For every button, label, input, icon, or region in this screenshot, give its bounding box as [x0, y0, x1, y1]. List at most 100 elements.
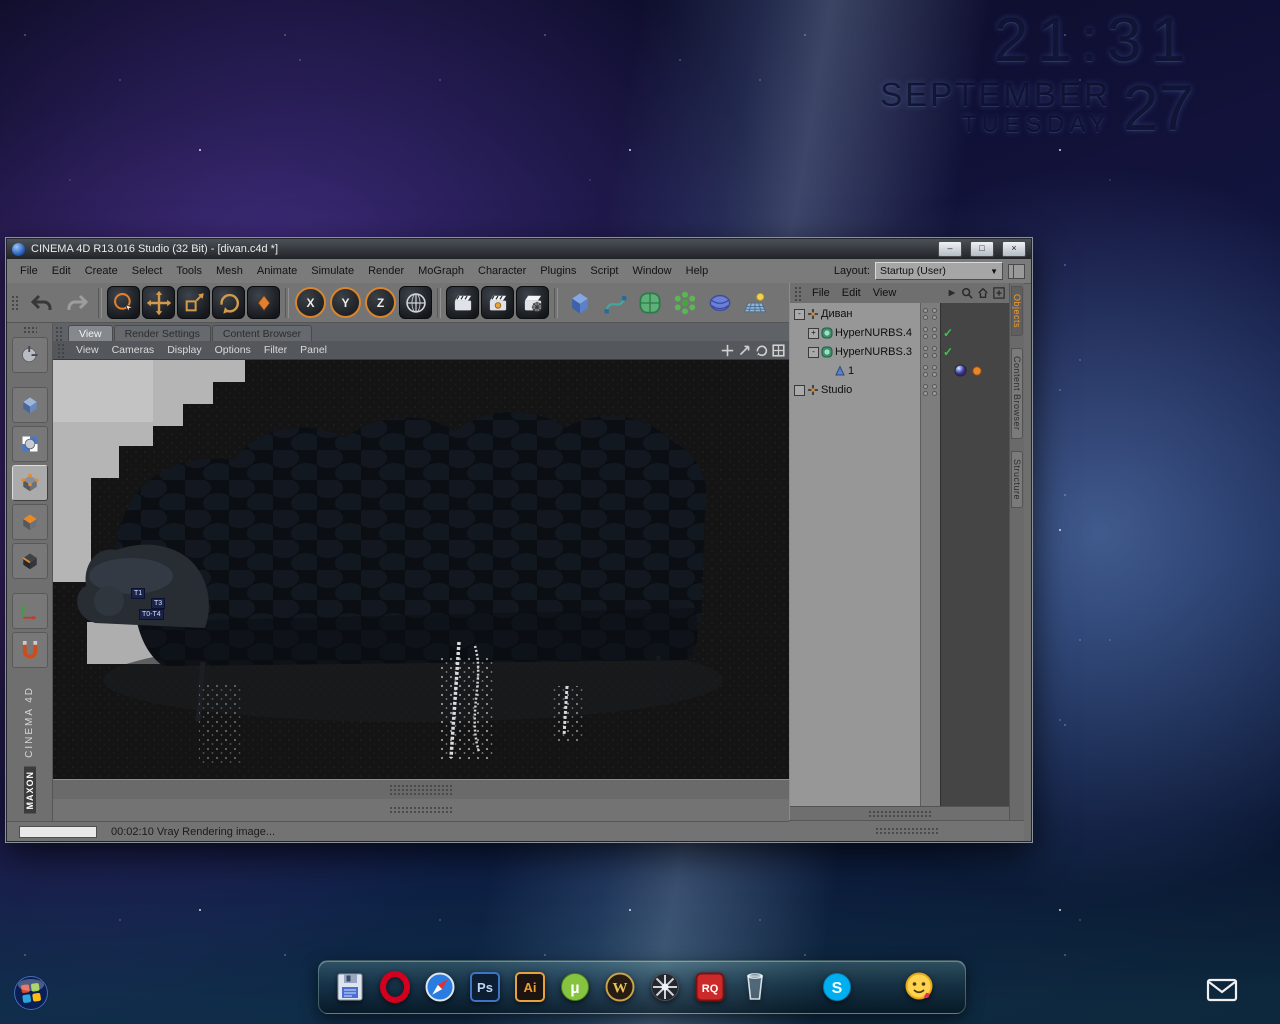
edges-mode-icon[interactable] — [12, 543, 48, 579]
menu-select[interactable]: Select — [125, 263, 170, 279]
visibility-dots[interactable] — [932, 346, 937, 358]
drag-handle[interactable] — [55, 326, 64, 341]
om-menu-file[interactable]: File — [806, 286, 836, 300]
menu-mesh[interactable]: Mesh — [209, 263, 250, 279]
texture-tag-icon[interactable] — [954, 364, 967, 377]
side-tab-content-browser[interactable]: Content Browser — [1011, 348, 1023, 439]
drag-handle[interactable] — [11, 295, 20, 310]
drag-handle[interactable] — [794, 286, 803, 301]
vp-menu-display[interactable]: Display — [161, 343, 207, 357]
material-tag-icon[interactable] — [972, 366, 982, 376]
visibility-dots[interactable] — [923, 365, 928, 377]
tree-row-hypernurbs3[interactable]: - HyperNURBS.3 ✓ — [790, 343, 1009, 362]
bottom-right-scroll-strip[interactable] — [789, 820, 1024, 841]
vp-menu-options[interactable]: Options — [209, 343, 257, 357]
expand-toggle[interactable]: + — [808, 328, 819, 339]
start-button[interactable] — [12, 974, 50, 1012]
menu-mograph[interactable]: MoGraph — [411, 263, 471, 279]
scale-tool[interactable] — [177, 286, 210, 319]
qip-messenger-icon[interactable] — [902, 970, 936, 1004]
rnq-messenger-icon[interactable]: RQ — [693, 970, 727, 1004]
move-tool[interactable] — [142, 286, 175, 319]
rotate-tool[interactable] — [212, 286, 245, 319]
menu-window[interactable]: Window — [626, 263, 679, 279]
menu-file[interactable]: File — [13, 263, 45, 279]
visibility-dots[interactable] — [923, 327, 928, 339]
add-panel-icon[interactable] — [993, 287, 1005, 299]
tree-row-studio[interactable]: Studio — [790, 381, 1009, 400]
rotate-view-icon[interactable] — [755, 344, 768, 357]
side-tab-structure[interactable]: Structure — [1011, 451, 1023, 508]
safari-icon[interactable] — [423, 970, 457, 1004]
object-manager-scrollbar[interactable] — [790, 806, 1009, 821]
coordinate-system-toggle[interactable] — [399, 286, 432, 319]
minimize-button[interactable]: – — [938, 241, 962, 257]
menu-character[interactable]: Character — [471, 263, 533, 279]
visibility-dots[interactable] — [932, 308, 937, 320]
menu-render[interactable]: Render — [361, 263, 411, 279]
tree-row-hypernurbs4[interactable]: + HyperNURBS.4 ✓ — [790, 324, 1009, 343]
filter-arrow-icon[interactable] — [947, 288, 957, 298]
live-selection-tool[interactable] — [107, 286, 140, 319]
zoom-view-icon[interactable] — [738, 344, 751, 357]
model-mode-icon[interactable] — [12, 387, 48, 423]
side-tab-objects[interactable]: Objects — [1011, 286, 1023, 336]
skype-icon[interactable]: S — [820, 970, 854, 1004]
menu-simulate[interactable]: Simulate — [304, 263, 361, 279]
snap-magnet-icon[interactable] — [12, 632, 48, 668]
om-menu-edit[interactable]: Edit — [836, 286, 867, 300]
vp-menu-view[interactable]: View — [70, 343, 105, 357]
drag-handle[interactable] — [57, 343, 66, 358]
add-mograph-button[interactable] — [668, 286, 701, 319]
expand-toggle[interactable]: - — [794, 309, 805, 320]
visibility-dots[interactable] — [923, 384, 928, 396]
tree-row-mesh-1[interactable]: 1 — [790, 362, 1009, 381]
visibility-dots[interactable] — [923, 308, 928, 320]
wow-icon[interactable]: W — [603, 970, 637, 1004]
texture-mode-icon[interactable] — [12, 426, 48, 462]
utorrent-icon[interactable]: µ — [558, 970, 592, 1004]
menu-create[interactable]: Create — [78, 263, 125, 279]
menu-script[interactable]: Script — [583, 263, 625, 279]
vp-menu-filter[interactable]: Filter — [258, 343, 293, 357]
add-spline-button[interactable] — [598, 286, 631, 319]
opera-icon[interactable] — [378, 970, 412, 1004]
add-deformer-button[interactable] — [703, 286, 736, 319]
menu-tools[interactable]: Tools — [169, 263, 209, 279]
menu-plugins[interactable]: Plugins — [533, 263, 583, 279]
expand-toggle[interactable]: - — [808, 347, 819, 358]
tab-content-browser[interactable]: Content Browser — [212, 325, 312, 341]
layout-select[interactable]: Startup (User) ▼ — [875, 262, 1003, 280]
pan-view-icon[interactable] — [721, 344, 734, 357]
render-view-button[interactable] — [446, 286, 479, 319]
close-button[interactable]: × — [1002, 241, 1026, 257]
drag-handle[interactable] — [23, 326, 37, 334]
y-axis-lock[interactable]: Y — [330, 287, 361, 318]
mail-icon[interactable] — [1206, 978, 1238, 1002]
timeline-strip[interactable] — [53, 779, 789, 801]
visibility-dots[interactable] — [923, 346, 928, 358]
photoshop-icon[interactable]: Ps — [468, 970, 502, 1004]
menu-edit[interactable]: Edit — [45, 263, 78, 279]
render-viewport[interactable]: T1 T3 T0-T4 — [53, 359, 789, 780]
undo-button[interactable] — [25, 286, 58, 319]
layout-panels-icon[interactable] — [1008, 264, 1025, 279]
toggle-views-icon[interactable] — [772, 344, 785, 357]
z-axis-lock[interactable]: Z — [365, 287, 396, 318]
powerslider-strip[interactable] — [53, 799, 789, 821]
x-axis-lock[interactable]: X — [295, 287, 326, 318]
add-cube-button[interactable] — [563, 286, 596, 319]
search-icon[interactable] — [961, 287, 973, 299]
enabled-check-icon[interactable]: ✓ — [943, 345, 953, 359]
floppy-disk-icon[interactable] — [333, 970, 367, 1004]
menu-help[interactable]: Help — [679, 263, 716, 279]
redo-button[interactable] — [60, 286, 93, 319]
add-hypernurbs-button[interactable] — [633, 286, 666, 319]
om-menu-view[interactable]: View — [867, 286, 903, 300]
illustrator-icon[interactable]: Ai — [513, 970, 547, 1004]
expand-toggle[interactable] — [794, 385, 805, 396]
menu-animate[interactable]: Animate — [250, 263, 304, 279]
workplane-mode-icon[interactable] — [12, 593, 48, 629]
vp-menu-panel[interactable]: Panel — [294, 343, 333, 357]
star-burst-app-icon[interactable] — [648, 970, 682, 1004]
